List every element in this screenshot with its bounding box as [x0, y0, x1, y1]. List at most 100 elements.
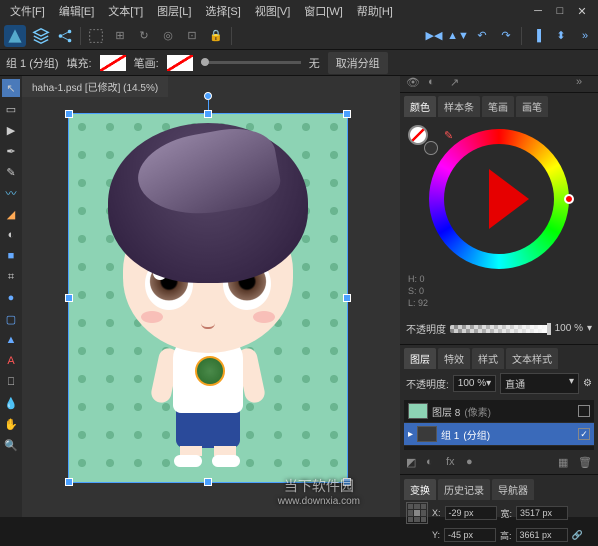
x-field[interactable]: -29 px	[445, 506, 497, 520]
export-icon[interactable]: ↗	[450, 76, 466, 92]
tab-effects[interactable]: 特效	[438, 348, 470, 369]
more-icon[interactable]: »	[576, 27, 594, 45]
transparency-tool-icon[interactable]: ◐	[2, 226, 20, 244]
layer-visible-checkbox[interactable]: ✓	[578, 428, 590, 440]
tab-navigator[interactable]: 导航器	[492, 479, 534, 500]
menu-help[interactable]: 帮助[H]	[351, 1, 399, 21]
resize-handle-b[interactable]	[204, 478, 212, 486]
y-field[interactable]: -45 px	[444, 528, 496, 542]
w-field[interactable]: 3517 px	[516, 506, 568, 520]
color-triangle[interactable]	[489, 169, 529, 229]
node-tool-icon[interactable]: ▶	[2, 121, 20, 139]
blend-mode-dropdown[interactable]: 直通▾	[500, 373, 579, 394]
triangle-tool-icon[interactable]: ▲	[2, 331, 20, 349]
eyedropper-icon[interactable]: ✎	[444, 129, 453, 142]
shape-tool-icon[interactable]: ■	[2, 247, 20, 265]
resize-handle-bl[interactable]	[65, 478, 73, 486]
fill-tool-icon[interactable]: ◢	[2, 205, 20, 223]
tab-text-styles[interactable]: 文本样式	[506, 348, 558, 369]
flip-v-icon[interactable]: ▲▼	[449, 27, 467, 45]
visibility-icon[interactable]: 👁	[406, 76, 422, 92]
canvas-area[interactable]: haha-1.psd [已修改] (14.5%)	[22, 76, 400, 517]
fx-icon[interactable]: fx	[446, 456, 460, 470]
tab-color[interactable]: 颜色	[404, 96, 436, 117]
resize-handle-tr[interactable]	[343, 110, 351, 118]
menu-edit[interactable]: 编辑[E]	[53, 1, 100, 21]
dropdown-icon[interactable]: ▾	[587, 323, 592, 334]
tab-history[interactable]: 历史记录	[438, 479, 490, 500]
menu-view[interactable]: 视图[V]	[249, 1, 296, 21]
share-icon[interactable]	[56, 27, 74, 45]
move-tool-icon[interactable]: ↖	[2, 79, 20, 97]
resize-handle-br[interactable]	[343, 478, 351, 486]
rounded-rect-tool-icon[interactable]: ▢	[2, 310, 20, 328]
tab-layers[interactable]: 图层	[404, 348, 436, 369]
close-button[interactable]: ✕	[576, 5, 588, 17]
tab-styles[interactable]: 样式	[472, 348, 504, 369]
brush-tool-icon[interactable]: 〰	[2, 184, 20, 202]
snap-icon[interactable]: ⊡	[183, 27, 201, 45]
layer-visible-checkbox[interactable]	[578, 405, 590, 417]
adjustment-icon[interactable]: ◐	[426, 456, 440, 470]
rotate-cw-icon[interactable]: ↷	[497, 27, 515, 45]
resize-handle-r[interactable]	[343, 294, 351, 302]
menu-text[interactable]: 文本[T]	[102, 1, 149, 21]
opacity-slider[interactable]	[450, 325, 551, 333]
tab-brush[interactable]: 画笔	[516, 96, 548, 117]
ellipse-tool-icon[interactable]: ●	[2, 289, 20, 307]
rotate-handle[interactable]	[204, 92, 212, 100]
zoom-tool-icon[interactable]: 🔍	[2, 436, 20, 454]
text-tool-icon[interactable]: A	[2, 352, 20, 370]
delete-layer-icon[interactable]: 🗑	[578, 456, 592, 470]
marquee-icon[interactable]	[87, 27, 105, 45]
add-layer-icon[interactable]: ▦	[558, 456, 572, 470]
fg-bg-swatches[interactable]	[408, 125, 438, 155]
tab-stroke[interactable]: 笔画	[482, 96, 514, 117]
layer-opacity-dropdown[interactable]: 100 %▾	[453, 375, 496, 392]
canvas[interactable]	[52, 101, 364, 496]
arrange-icon[interactable]: ⬍	[552, 27, 570, 45]
refresh-icon[interactable]: ↻	[135, 27, 153, 45]
color-wheel[interactable]	[429, 129, 569, 269]
target-icon[interactable]: ◎	[159, 27, 177, 45]
layer-item[interactable]: ▸ 组 1 (分组) ✓	[404, 423, 594, 446]
pen-tool-icon[interactable]: ✒	[2, 142, 20, 160]
layer-settings-icon[interactable]: ⚙	[583, 378, 592, 389]
resize-handle-l[interactable]	[65, 294, 73, 302]
crop-tool-icon[interactable]: ⌗	[2, 268, 20, 286]
h-field[interactable]: 3661 px	[516, 528, 568, 542]
pencil-tool-icon[interactable]: ✎	[2, 163, 20, 181]
fill-swatch[interactable]	[100, 55, 126, 71]
tab-swatches[interactable]: 样本条	[438, 96, 480, 117]
minimize-button[interactable]: ─	[532, 5, 544, 17]
tab-transform[interactable]: 变换	[404, 479, 436, 500]
eyedropper-tool-icon[interactable]: 💧	[2, 394, 20, 412]
layer-item[interactable]: 图层 8 (像素)	[404, 400, 594, 423]
ungroup-button[interactable]: 取消分组	[328, 52, 388, 74]
rotate-ccw-icon[interactable]: ↶	[473, 27, 491, 45]
menu-window[interactable]: 窗口[W]	[298, 1, 349, 21]
link-icon[interactable]: 🔗	[572, 530, 583, 541]
menu-file[interactable]: 文件[F]	[4, 1, 51, 21]
artboard-tool-icon[interactable]: ▭	[2, 100, 20, 118]
tag-icon[interactable]: ●	[466, 456, 480, 470]
stroke-width-slider[interactable]	[201, 61, 301, 64]
resize-handle-t[interactable]	[204, 110, 212, 118]
hand-tool-icon[interactable]: ✋	[2, 415, 20, 433]
lock-icon[interactable]: 🔒	[207, 27, 225, 45]
flip-h-icon[interactable]: ▶◀	[425, 27, 443, 45]
layers-icon[interactable]	[32, 27, 50, 45]
mask-icon[interactable]: ◩	[406, 456, 420, 470]
document-tab[interactable]: haha-1.psd [已修改] (14.5%)	[22, 76, 168, 97]
resize-handle-tl[interactable]	[65, 110, 73, 118]
preview-icon[interactable]: ◐	[428, 76, 444, 92]
anchor-grid[interactable]	[406, 502, 428, 524]
maximize-button[interactable]: □	[554, 5, 566, 17]
collapse-icon[interactable]: »	[576, 76, 592, 92]
frame-text-tool-icon[interactable]: ⎕	[2, 373, 20, 391]
guides-icon[interactable]: ⊞	[111, 27, 129, 45]
expand-icon[interactable]: ▸	[408, 429, 413, 440]
align-left-icon[interactable]: ▐	[528, 27, 546, 45]
menu-layer[interactable]: 图层[L]	[151, 1, 197, 21]
stroke-swatch[interactable]	[167, 55, 193, 71]
